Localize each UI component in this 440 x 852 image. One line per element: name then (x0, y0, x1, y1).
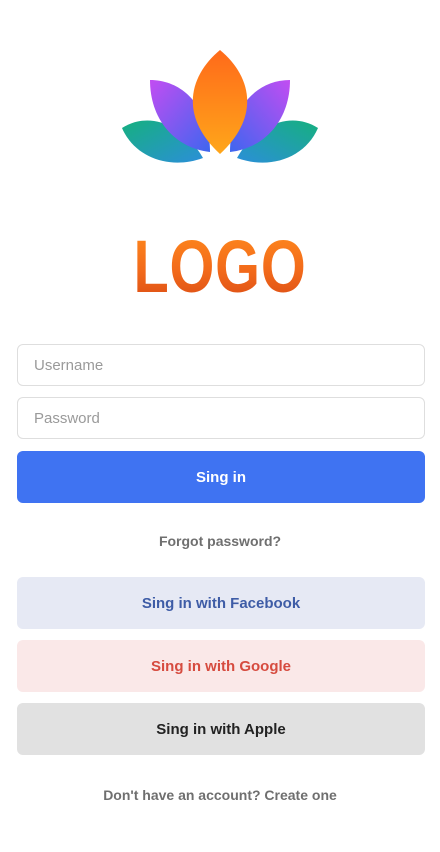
logo-text: LOGO (48, 228, 391, 306)
facebook-sign-in-button[interactable]: Sing in with Facebook (17, 577, 425, 629)
sign-in-label: Sing in (196, 468, 246, 486)
apple-sign-in-button[interactable]: Sing in with Apple (17, 703, 425, 755)
google-sign-in-label: Sing in with Google (151, 657, 291, 675)
forgot-password-link[interactable]: Forgot password? (0, 533, 440, 549)
facebook-sign-in-label: Sing in with Facebook (141, 594, 301, 612)
username-input[interactable] (17, 344, 425, 386)
apple-sign-in-label: Sing in with Apple (156, 720, 286, 738)
create-account-link[interactable]: Don't have an account? Create one (0, 787, 440, 803)
password-input[interactable] (17, 397, 425, 439)
sign-in-button[interactable]: Sing in (17, 451, 425, 503)
logo: LOGO (0, 40, 440, 306)
lotus-icon (122, 50, 318, 163)
google-sign-in-button[interactable]: Sing in with Google (17, 640, 425, 692)
